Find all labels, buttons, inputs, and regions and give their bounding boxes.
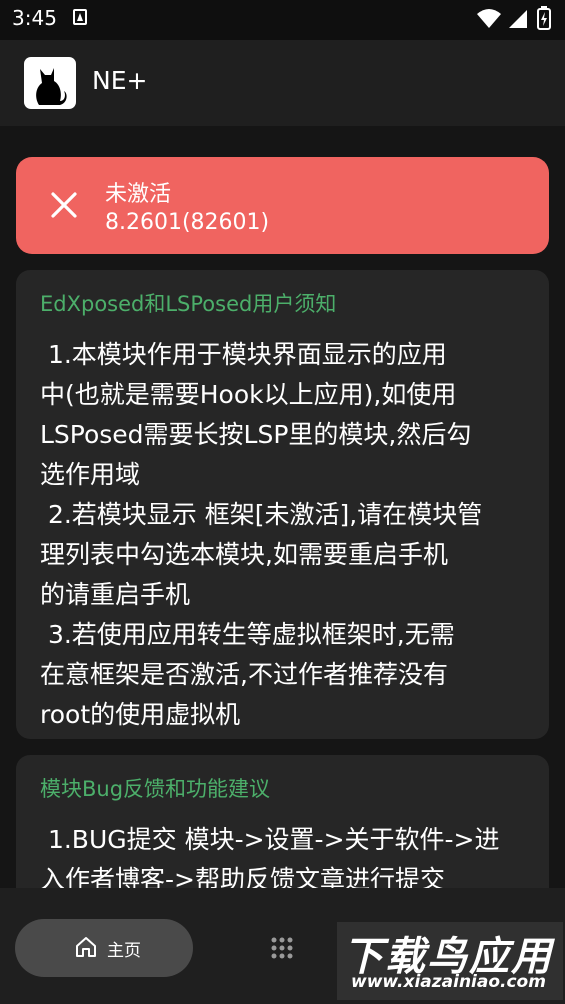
signal-icon <box>509 10 527 28</box>
nav-home-tab[interactable]: 主页 <box>15 919 193 977</box>
battery-icon <box>537 6 551 30</box>
card-heading: EdXposed和LSPosed用户须知 <box>40 292 337 316</box>
module-status-card[interactable]: 未激活 8.2601(82601) <box>16 157 549 254</box>
notification-a-icon <box>73 9 87 25</box>
wifi-icon <box>477 9 501 28</box>
status-time: 3:45 <box>12 6 57 30</box>
bug-feedback-card: 模块Bug反馈和功能建议 1.BUG提交 模块->设置->关于软件->进 入作者… <box>16 755 549 888</box>
module-version: 8.2601(82601) <box>105 210 270 235</box>
cat-icon <box>24 57 76 109</box>
status-icons <box>475 6 557 32</box>
module-status-title: 未激活 <box>105 182 172 207</box>
close-icon <box>51 192 77 218</box>
home-icon <box>76 937 96 957</box>
app-title: NE+ <box>92 66 148 95</box>
card-body: 1.本模块作用于模块界面显示的应用 中(也就是需要Hook以上应用),如使用 L… <box>40 340 483 729</box>
watermark: 下载鸟应用 www.xiazainiao.com <box>337 922 563 1000</box>
card-body: 1.BUG提交 模块->设置->关于软件->进 入作者博客->帮助反馈文章进行提… <box>40 825 500 888</box>
bottom-navigation: 主页 下载鸟应用 www.xiazainiao.com <box>0 888 565 1004</box>
card-heading: 模块Bug反馈和功能建议 <box>40 777 271 801</box>
status-bar: 3:45 <box>0 0 565 40</box>
watermark-url: www.xiazainiao.com <box>351 972 546 992</box>
grid-icon[interactable] <box>270 936 294 960</box>
app-bar: NE+ <box>0 40 565 126</box>
nav-home-label: 主页 <box>107 941 141 961</box>
lsposed-notice-card: EdXposed和LSPosed用户须知 1.本模块作用于模块界面显示的应用 中… <box>16 270 549 739</box>
main-content[interactable]: 未激活 8.2601(82601) EdXposed和LSPosed用户须知 1… <box>0 128 565 888</box>
